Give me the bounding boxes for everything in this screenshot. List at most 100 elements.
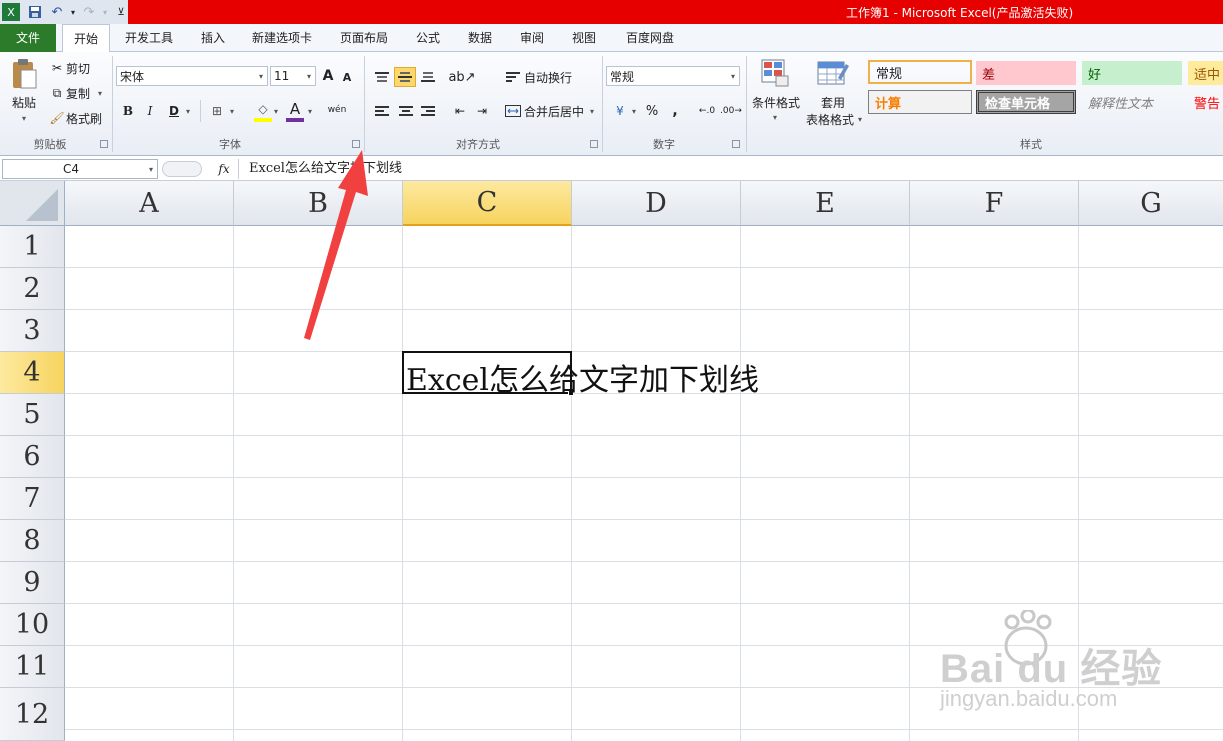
row-header-11[interactable]: 11: [0, 646, 65, 688]
tab-formulas[interactable]: 公式: [406, 24, 450, 52]
tab-page-layout[interactable]: 页面布局: [330, 24, 398, 52]
clipboard-launcher-icon[interactable]: [100, 140, 108, 148]
tab-home[interactable]: 开始: [62, 24, 110, 53]
font-color-dropdown-icon[interactable]: ▾: [306, 106, 314, 116]
align-middle-icon[interactable]: [394, 67, 416, 87]
row-header-1[interactable]: 1: [0, 226, 65, 268]
increase-indent-icon[interactable]: ⇥: [472, 102, 492, 120]
table-format-button-line2[interactable]: 表格格式: [804, 111, 856, 127]
column-header-c[interactable]: C: [403, 181, 572, 226]
decrease-indent-icon[interactable]: ⇤: [450, 102, 470, 120]
align-left-icon[interactable]: [372, 102, 392, 120]
style-bad[interactable]: 差: [976, 61, 1076, 85]
name-box-dropdown-icon[interactable]: ▾: [146, 163, 156, 175]
currency-icon[interactable]: ¥: [610, 102, 630, 120]
number-format-chevron-icon[interactable]: ▾: [728, 70, 738, 82]
font-dialog-launcher-icon[interactable]: [352, 140, 360, 148]
tab-view[interactable]: 视图: [562, 24, 606, 52]
italic-button[interactable]: I: [142, 102, 158, 120]
insert-function-button[interactable]: fx: [214, 160, 234, 178]
border-icon[interactable]: ⊞: [208, 102, 226, 120]
comma-button[interactable]: ,: [666, 102, 684, 120]
merge-center-icon[interactable]: [504, 102, 522, 120]
underline-dropdown-icon[interactable]: ▾: [184, 106, 192, 116]
wrap-text-button[interactable]: 自动换行: [524, 68, 576, 86]
cut-icon[interactable]: ✂: [50, 61, 64, 75]
paste-icon[interactable]: [10, 58, 38, 90]
tab-review[interactable]: 审阅: [510, 24, 554, 52]
bold-button[interactable]: B: [120, 102, 136, 120]
row-header-8[interactable]: 8: [0, 520, 65, 562]
tab-developer[interactable]: 开发工具: [116, 24, 182, 52]
phonetic-guide-icon[interactable]: wén: [326, 100, 348, 120]
currency-dropdown-icon[interactable]: ▾: [630, 106, 638, 116]
conditional-format-dropdown-icon[interactable]: ▾: [770, 112, 780, 122]
percent-button[interactable]: %: [642, 102, 662, 120]
grow-font-button[interactable]: A: [320, 66, 336, 86]
underline-button[interactable]: D: [166, 102, 182, 120]
cut-button[interactable]: 剪切: [66, 61, 96, 76]
column-header-e[interactable]: E: [741, 181, 910, 226]
font-name-dropdown[interactable]: 宋体: [116, 66, 268, 86]
paste-button[interactable]: 粘贴: [6, 94, 42, 110]
row-header-6[interactable]: 6: [0, 436, 65, 478]
style-good[interactable]: 好: [1082, 61, 1182, 85]
excel-app-icon[interactable]: X: [2, 3, 20, 21]
column-header-g[interactable]: G: [1079, 181, 1223, 226]
copy-button[interactable]: 复制: [66, 86, 96, 101]
tab-file[interactable]: 文件: [0, 24, 56, 52]
row-header-9[interactable]: 9: [0, 562, 65, 604]
row-header-5[interactable]: 5: [0, 394, 65, 436]
merge-center-button[interactable]: 合并后居中: [524, 102, 586, 120]
align-bottom-icon[interactable]: [418, 68, 438, 86]
align-right-icon[interactable]: [418, 102, 438, 120]
formula-bar-resize-handle[interactable]: [162, 161, 202, 177]
style-explanatory[interactable]: 解释性文本: [1082, 90, 1182, 114]
row-header-3[interactable]: 3: [0, 310, 65, 352]
conditional-format-icon[interactable]: [760, 58, 790, 88]
orientation-icon[interactable]: ab↗: [448, 68, 475, 86]
style-warning[interactable]: 警告: [1188, 90, 1223, 114]
tab-insert[interactable]: 插入: [190, 24, 236, 52]
column-header-d[interactable]: D: [572, 181, 741, 226]
fill-color-icon[interactable]: ◇: [254, 100, 272, 118]
paste-dropdown-icon[interactable]: ▾: [18, 112, 30, 124]
table-format-button-line1[interactable]: 套用: [818, 94, 848, 110]
wrap-text-icon[interactable]: [504, 68, 522, 86]
font-size-chevron-icon[interactable]: ▾: [304, 70, 314, 82]
tab-new[interactable]: 新建选项卡: [244, 24, 320, 52]
style-check-cell[interactable]: 检查单元格: [976, 90, 1076, 114]
column-header-a[interactable]: A: [65, 181, 234, 226]
shrink-font-button[interactable]: A: [340, 68, 354, 86]
table-format-icon[interactable]: [816, 58, 850, 90]
number-launcher-icon[interactable]: [732, 140, 740, 148]
copy-dropdown-icon[interactable]: ▾: [96, 88, 104, 98]
border-dropdown-icon[interactable]: ▾: [228, 106, 236, 116]
style-calculation[interactable]: 计算: [868, 90, 972, 114]
row-header-4[interactable]: 4: [0, 352, 65, 394]
row-header-12[interactable]: 12: [0, 688, 65, 741]
save-icon[interactable]: [26, 3, 44, 21]
name-box[interactable]: C4: [2, 159, 158, 179]
format-painter-button[interactable]: 格式刷: [66, 111, 106, 126]
column-header-f[interactable]: F: [910, 181, 1079, 226]
style-neutral[interactable]: 适中: [1188, 61, 1223, 85]
row-header-7[interactable]: 7: [0, 478, 65, 520]
align-top-icon[interactable]: [372, 68, 392, 86]
formula-input[interactable]: Excel怎么给文字加下划线: [238, 159, 1223, 179]
row-header-2[interactable]: 2: [0, 268, 65, 310]
font-name-chevron-icon[interactable]: ▾: [256, 70, 266, 82]
row-header-10[interactable]: 10: [0, 604, 65, 646]
decrease-decimal-icon[interactable]: .00→: [720, 102, 742, 120]
format-painter-icon[interactable]: 🖌: [49, 111, 64, 125]
style-normal[interactable]: 常规: [868, 60, 972, 84]
alignment-launcher-icon[interactable]: [590, 140, 598, 148]
copy-icon[interactable]: ⧉: [50, 86, 64, 100]
merge-dropdown-icon[interactable]: ▾: [588, 106, 596, 116]
table-format-dropdown-icon[interactable]: ▾: [856, 114, 864, 124]
align-center-icon[interactable]: [396, 102, 416, 120]
font-color-button[interactable]: A: [286, 100, 304, 118]
increase-decimal-icon[interactable]: ←.0: [696, 102, 718, 120]
tab-data[interactable]: 数据: [458, 24, 502, 52]
tab-baidu-netdisk[interactable]: 百度网盘: [614, 24, 686, 52]
